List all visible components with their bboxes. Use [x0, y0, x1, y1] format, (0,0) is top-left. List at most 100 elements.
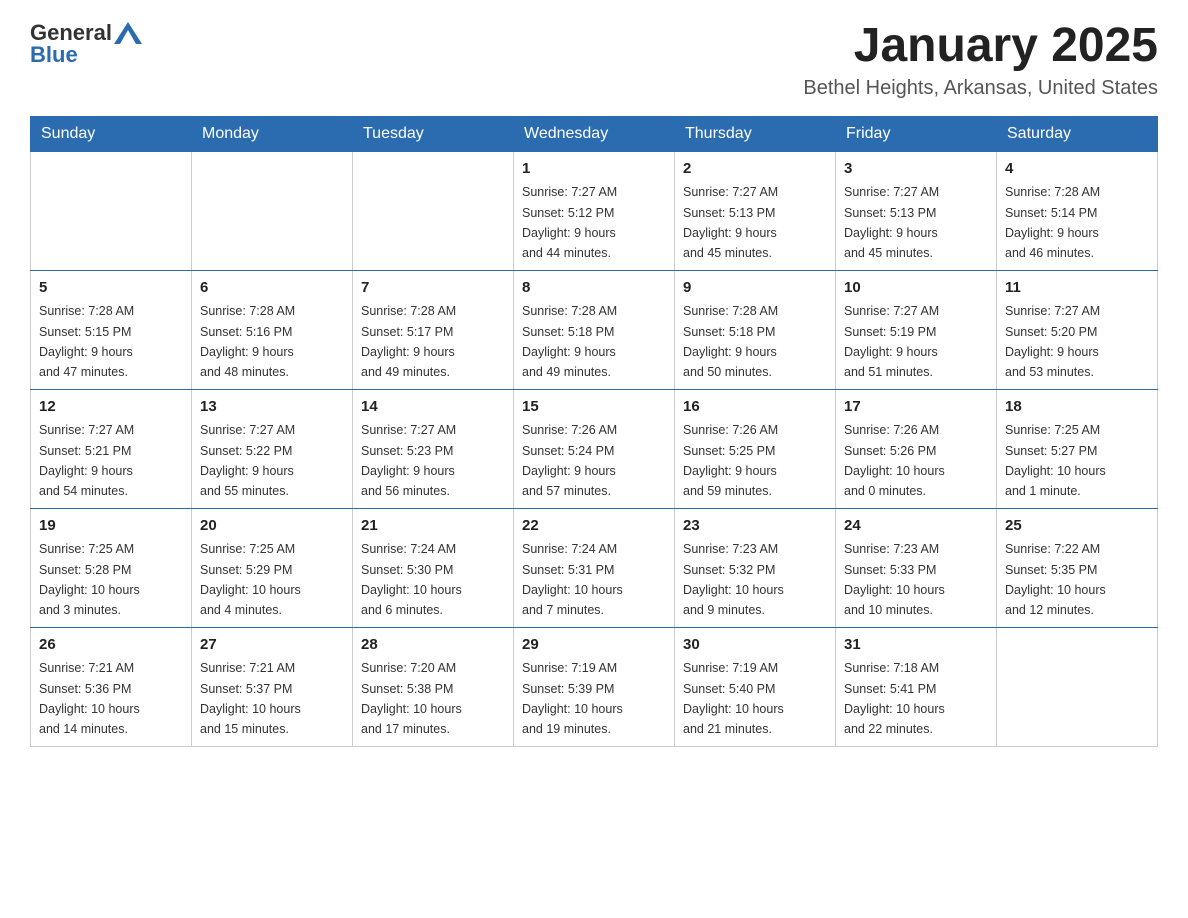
calendar-cell [997, 627, 1158, 746]
day-number: 2 [683, 158, 827, 181]
calendar-cell: 27 Sunrise: 7:21 AM Sunset: 5:37 PM Dayli… [192, 627, 353, 746]
day-info: Sunrise: 7:20 AM Sunset: 5:38 PM Dayligh… [361, 661, 462, 736]
calendar-cell: 26Sunrise: 7:21 AM Sunset: 5:36 PM Dayli… [31, 627, 192, 746]
day-info: Sunrise: 7:28 AM Sunset: 5:14 PM Dayligh… [1005, 185, 1100, 260]
day-info: Sunrise: 7:27 AM Sunset: 5:20 PM Dayligh… [1005, 304, 1100, 379]
calendar-week-2: 5 Sunrise: 7:28 AM Sunset: 5:15 PM Daylig… [31, 270, 1158, 389]
calendar-cell: 14Sunrise: 7:27 AM Sunset: 5:23 PM Dayli… [353, 389, 514, 508]
day-number: 16 [683, 396, 827, 419]
day-number: 13 [200, 396, 344, 419]
calendar-cell: 29Sunrise: 7:19 AM Sunset: 5:39 PM Dayli… [514, 627, 675, 746]
day-number: 17 [844, 396, 988, 419]
calendar-cell: 20Sunrise: 7:25 AM Sunset: 5:29 PM Dayli… [192, 508, 353, 627]
logo: General Blue [30, 20, 144, 68]
day-info: Sunrise: 7:27 AM Sunset: 5:22 PM Dayligh… [200, 423, 295, 498]
calendar-cell [192, 151, 353, 270]
page-header: General Blue January 2025 Bethel Heights… [30, 20, 1158, 100]
day-number: 7 [361, 277, 505, 300]
day-number: 5 [39, 277, 183, 300]
day-number: 26 [39, 634, 183, 657]
calendar-cell: 15 Sunrise: 7:26 AM Sunset: 5:24 PM Dayli… [514, 389, 675, 508]
day-headers-row: SundayMondayTuesdayWednesdayThursdayFrid… [31, 116, 1158, 151]
calendar-cell: 30Sunrise: 7:19 AM Sunset: 5:40 PM Dayli… [675, 627, 836, 746]
calendar-cell: 1Sunrise: 7:27 AM Sunset: 5:12 PM Daylig… [514, 151, 675, 270]
day-number: 18 [1005, 396, 1149, 419]
calendar-cell: 23Sunrise: 7:23 AM Sunset: 5:32 PM Dayli… [675, 508, 836, 627]
location-title: Bethel Heights, Arkansas, United States [803, 77, 1158, 100]
calendar-cell: 31 Sunrise: 7:18 AM Sunset: 5:41 PM Dayli… [836, 627, 997, 746]
day-number: 1 [522, 158, 666, 181]
day-info: Sunrise: 7:24 AM Sunset: 5:30 PM Dayligh… [361, 542, 462, 617]
calendar-cell [31, 151, 192, 270]
day-info: Sunrise: 7:28 AM Sunset: 5:16 PM Dayligh… [200, 304, 295, 379]
day-number: 19 [39, 515, 183, 538]
day-number: 27 [200, 634, 344, 657]
calendar-cell: 13 Sunrise: 7:27 AM Sunset: 5:22 PM Dayli… [192, 389, 353, 508]
day-info: Sunrise: 7:27 AM Sunset: 5:19 PM Dayligh… [844, 304, 939, 379]
day-header-monday: Monday [192, 116, 353, 151]
calendar-cell: 6 Sunrise: 7:28 AM Sunset: 5:16 PM Daylig… [192, 270, 353, 389]
calendar-header: SundayMondayTuesdayWednesdayThursdayFrid… [31, 116, 1158, 151]
calendar-cell: 9 Sunrise: 7:28 AM Sunset: 5:18 PM Daylig… [675, 270, 836, 389]
day-number: 31 [844, 634, 988, 657]
day-header-wednesday: Wednesday [514, 116, 675, 151]
day-number: 24 [844, 515, 988, 538]
day-info: Sunrise: 7:19 AM Sunset: 5:40 PM Dayligh… [683, 661, 784, 736]
day-info: Sunrise: 7:28 AM Sunset: 5:18 PM Dayligh… [683, 304, 778, 379]
day-number: 23 [683, 515, 827, 538]
day-header-sunday: Sunday [31, 116, 192, 151]
day-number: 15 [522, 396, 666, 419]
calendar-cell: 8Sunrise: 7:28 AM Sunset: 5:18 PM Daylig… [514, 270, 675, 389]
day-number: 28 [361, 634, 505, 657]
day-info: Sunrise: 7:28 AM Sunset: 5:15 PM Dayligh… [39, 304, 134, 379]
day-number: 22 [522, 515, 666, 538]
day-info: Sunrise: 7:27 AM Sunset: 5:13 PM Dayligh… [844, 185, 939, 260]
day-info: Sunrise: 7:28 AM Sunset: 5:17 PM Dayligh… [361, 304, 456, 379]
day-number: 25 [1005, 515, 1149, 538]
day-info: Sunrise: 7:26 AM Sunset: 5:25 PM Dayligh… [683, 423, 778, 498]
calendar-week-4: 19Sunrise: 7:25 AM Sunset: 5:28 PM Dayli… [31, 508, 1158, 627]
day-header-saturday: Saturday [997, 116, 1158, 151]
calendar-cell: 10Sunrise: 7:27 AM Sunset: 5:19 PM Dayli… [836, 270, 997, 389]
calendar-cell: 5 Sunrise: 7:28 AM Sunset: 5:15 PM Daylig… [31, 270, 192, 389]
day-number: 3 [844, 158, 988, 181]
day-number: 6 [200, 277, 344, 300]
day-info: Sunrise: 7:26 AM Sunset: 5:24 PM Dayligh… [522, 423, 617, 498]
calendar-cell: 2 Sunrise: 7:27 AM Sunset: 5:13 PM Daylig… [675, 151, 836, 270]
day-info: Sunrise: 7:21 AM Sunset: 5:37 PM Dayligh… [200, 661, 301, 736]
day-number: 9 [683, 277, 827, 300]
logo-blue: Blue [30, 42, 78, 68]
day-header-tuesday: Tuesday [353, 116, 514, 151]
calendar-cell: 25 Sunrise: 7:22 AM Sunset: 5:35 PM Dayli… [997, 508, 1158, 627]
day-info: Sunrise: 7:23 AM Sunset: 5:33 PM Dayligh… [844, 542, 945, 617]
day-number: 4 [1005, 158, 1149, 181]
calendar-week-1: 1Sunrise: 7:27 AM Sunset: 5:12 PM Daylig… [31, 151, 1158, 270]
day-info: Sunrise: 7:18 AM Sunset: 5:41 PM Dayligh… [844, 661, 945, 736]
day-info: Sunrise: 7:22 AM Sunset: 5:35 PM Dayligh… [1005, 542, 1106, 617]
day-number: 20 [200, 515, 344, 538]
calendar-cell: 22Sunrise: 7:24 AM Sunset: 5:31 PM Dayli… [514, 508, 675, 627]
calendar-cell [353, 151, 514, 270]
calendar-cell: 12 Sunrise: 7:27 AM Sunset: 5:21 PM Dayli… [31, 389, 192, 508]
day-number: 11 [1005, 277, 1149, 300]
calendar-cell: 16 Sunrise: 7:26 AM Sunset: 5:25 PM Dayli… [675, 389, 836, 508]
calendar-week-5: 26Sunrise: 7:21 AM Sunset: 5:36 PM Dayli… [31, 627, 1158, 746]
calendar-cell: 3 Sunrise: 7:27 AM Sunset: 5:13 PM Daylig… [836, 151, 997, 270]
day-header-thursday: Thursday [675, 116, 836, 151]
day-number: 12 [39, 396, 183, 419]
calendar-cell: 4 Sunrise: 7:28 AM Sunset: 5:14 PM Daylig… [997, 151, 1158, 270]
title-section: January 2025 Bethel Heights, Arkansas, U… [803, 20, 1158, 100]
day-number: 21 [361, 515, 505, 538]
calendar-cell: 18 Sunrise: 7:25 AM Sunset: 5:27 PM Dayli… [997, 389, 1158, 508]
calendar-cell: 7 Sunrise: 7:28 AM Sunset: 5:17 PM Daylig… [353, 270, 514, 389]
day-number: 29 [522, 634, 666, 657]
calendar-table: SundayMondayTuesdayWednesdayThursdayFrid… [30, 116, 1158, 747]
day-info: Sunrise: 7:25 AM Sunset: 5:27 PM Dayligh… [1005, 423, 1106, 498]
day-info: Sunrise: 7:27 AM Sunset: 5:21 PM Dayligh… [39, 423, 134, 498]
day-info: Sunrise: 7:28 AM Sunset: 5:18 PM Dayligh… [522, 304, 617, 379]
calendar-cell: 19Sunrise: 7:25 AM Sunset: 5:28 PM Dayli… [31, 508, 192, 627]
day-info: Sunrise: 7:27 AM Sunset: 5:13 PM Dayligh… [683, 185, 778, 260]
day-info: Sunrise: 7:26 AM Sunset: 5:26 PM Dayligh… [844, 423, 945, 498]
month-title: January 2025 [803, 20, 1158, 73]
day-number: 14 [361, 396, 505, 419]
